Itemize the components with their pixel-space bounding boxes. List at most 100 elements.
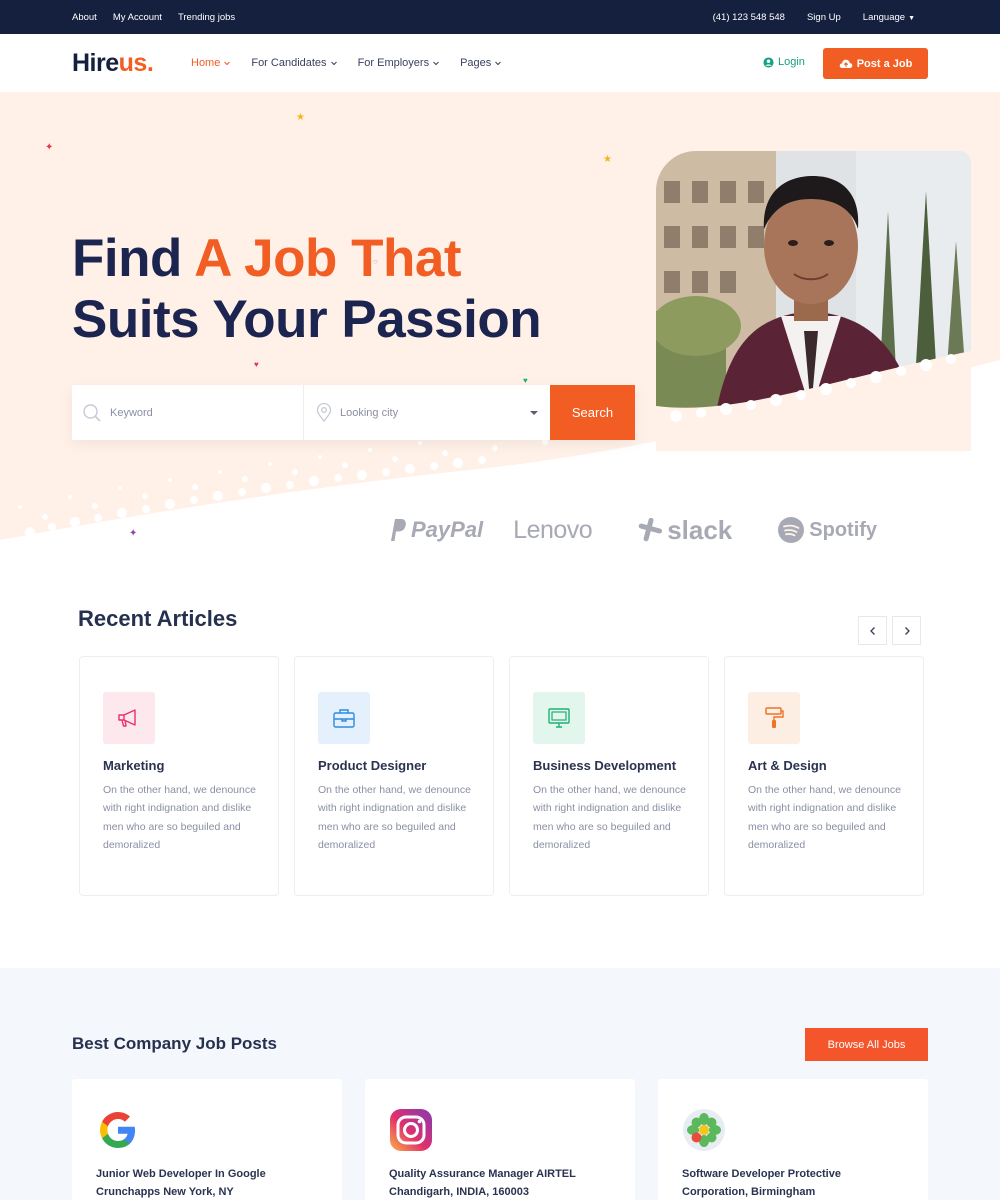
chevron-left-icon — [869, 626, 875, 635]
menu-item-label: Pages — [460, 57, 492, 69]
carousel-next-button[interactable] — [892, 616, 921, 645]
google-logo-icon — [100, 1112, 135, 1148]
hero-title-part: Find — [72, 229, 195, 288]
browse-all-jobs-button[interactable]: Browse All Jobs — [805, 1028, 928, 1061]
job-card[interactable]: Junior Web Developer In Google Crunchapps… — [72, 1079, 342, 1200]
job-card[interactable]: Software Developer Protective Corporation… — [658, 1079, 928, 1200]
menu-item-pages[interactable]: Pages — [460, 57, 502, 69]
topbar-link-trending-jobs[interactable]: Trending jobs — [178, 12, 235, 23]
hero-title-line-1: Find A Job That — [72, 228, 541, 289]
chevron-down-icon — [224, 61, 231, 66]
brand-lenovo: Lenovo — [513, 515, 593, 545]
instagram-logo-icon — [390, 1109, 432, 1151]
article-cards: Marketing On the other hand, we denounce… — [79, 656, 924, 896]
job-title-line: Quality Assurance Manager AIRTEL — [389, 1168, 576, 1180]
search-button[interactable]: Search — [550, 385, 635, 440]
search-icon — [83, 403, 101, 422]
keyword-input[interactable]: Keyword — [72, 385, 304, 440]
article-description: On the other hand, we denounce with righ… — [318, 784, 471, 851]
partner-brands: PayPal Lenovo slack Spotify — [387, 515, 877, 545]
article-card-product-designer[interactable]: Product Designer On the other hand, we d… — [294, 656, 494, 896]
user-circle-icon — [763, 56, 774, 68]
top-bar: About My Account Trending jobs (41) 123 … — [0, 0, 1000, 34]
job-title-line: Crunchapps New York, NY — [96, 1186, 234, 1198]
job-card[interactable]: Quality Assurance Manager AIRTEL Chandiga… — [365, 1079, 635, 1200]
job-title: Software Developer Protective Corporation… — [682, 1165, 912, 1200]
logo-text-accent: us. — [118, 49, 154, 77]
decorative-star-icon: ✦ — [129, 528, 138, 539]
chevron-down-icon — [330, 61, 337, 66]
job-title-line: Junior Web Developer In Google — [96, 1168, 266, 1180]
spotify-icon — [778, 517, 805, 543]
city-placeholder: Looking city — [340, 406, 399, 419]
language-label: Language — [862, 11, 906, 23]
article-title: Art & Design — [748, 758, 827, 773]
menu-item-for-employers[interactable]: For Employers — [358, 57, 441, 69]
topbar-phone[interactable]: (41) 123 548 548 — [713, 12, 785, 23]
keyword-placeholder: Keyword — [110, 406, 153, 419]
recent-articles-title: Recent Articles — [78, 606, 238, 631]
job-title: Quality Assurance Manager AIRTEL Chandiga… — [389, 1165, 619, 1200]
decorative-heart-icon: ♥ — [254, 360, 259, 369]
menu-item-home[interactable]: Home — [191, 57, 231, 69]
article-title: Business Development — [533, 758, 677, 773]
job-cards: Junior Web Developer In Google Crunchapps… — [72, 1079, 928, 1200]
decorative-heart-icon: ♥ — [523, 376, 528, 385]
top-bar-right-links: (41) 123 548 548 Sign Up Language ▼ — [713, 0, 915, 34]
article-card-art-design[interactable]: Art & Design On the other hand, we denou… — [724, 656, 924, 896]
hero-title: Find A Job That Suits Your Passion — [72, 228, 542, 350]
brand-name: slack — [667, 514, 733, 545]
decorative-star-icon: ★ — [296, 112, 305, 123]
topbar-link-my-account[interactable]: My Account — [113, 12, 162, 23]
topbar-signup-link[interactable]: Sign Up — [807, 12, 841, 23]
menu-item-label: Home — [191, 57, 221, 69]
brand-spotify: Spotify — [777, 516, 877, 544]
caret-down-icon — [530, 411, 538, 415]
carousel-prev-button[interactable] — [858, 616, 887, 645]
menu-item-label: For Candidates — [251, 57, 327, 69]
main-navbar: Hireus. Home For Candidates For Employer… — [0, 34, 1000, 92]
decorative-star-icon: ✦ — [45, 142, 54, 153]
article-title: Marketing — [103, 758, 165, 773]
map-pin-icon — [316, 403, 332, 422]
brand-name: Lenovo — [513, 515, 593, 544]
article-title: Product Designer — [318, 758, 427, 773]
job-title: Junior Web Developer In Google Crunchapps… — [96, 1165, 326, 1200]
job-title-line: Corporation, Birmingham — [682, 1186, 816, 1198]
hero-section: ✦ ★ ★ ★ ○ ♥ ♥ ✦ Find A Job That Suits Yo… — [0, 92, 1000, 575]
post-a-job-label: Post a Job — [856, 57, 913, 70]
login-link[interactable]: Login — [763, 56, 805, 68]
paint-roller-icon — [765, 707, 784, 728]
icq-flower-logo-icon — [683, 1109, 725, 1151]
logo-text-main: Hire — [72, 49, 119, 77]
article-description: On the other hand, we denounce with righ… — [748, 784, 901, 851]
portrait-illustration — [656, 151, 971, 451]
job-title-line: Chandigarh, INDIA, 160003 — [389, 1186, 529, 1198]
site-logo[interactable]: Hireus. — [72, 49, 154, 78]
chevron-down-icon — [433, 61, 439, 66]
job-title-line: Software Developer Protective — [682, 1168, 841, 1180]
article-icon-tile — [533, 692, 585, 744]
top-bar-left-links: About My Account Trending jobs — [72, 0, 235, 34]
decorative-star-icon: ★ — [603, 154, 612, 165]
article-icon-tile — [103, 692, 155, 744]
menu-item-for-candidates[interactable]: For Candidates — [251, 57, 337, 69]
article-description: On the other hand, we denounce with righ… — [103, 784, 256, 851]
brand-slack: slack — [637, 515, 732, 546]
slack-icon — [638, 517, 663, 542]
caret-down-icon: ▼ — [908, 14, 915, 22]
topbar-link-about[interactable]: About — [72, 12, 97, 23]
article-card-business-development[interactable]: Business Development On the other hand, … — [509, 656, 709, 896]
cloud-upload-icon — [839, 59, 852, 68]
brand-paypal: PayPal — [387, 517, 483, 543]
brand-name: PayPal — [411, 517, 484, 542]
menu-item-label: For Employers — [357, 57, 430, 69]
post-a-job-button[interactable]: Post a Job — [823, 48, 928, 79]
city-select[interactable]: Looking city — [304, 385, 550, 440]
language-dropdown[interactable]: Language ▼ — [863, 12, 915, 23]
article-card-marketing[interactable]: Marketing On the other hand, we denounce… — [79, 656, 279, 896]
briefcase-icon — [333, 709, 355, 728]
main-menu: Home For Candidates For Employers Pages — [191, 34, 502, 92]
article-icon-tile — [318, 692, 370, 744]
chevron-right-icon — [904, 626, 910, 635]
